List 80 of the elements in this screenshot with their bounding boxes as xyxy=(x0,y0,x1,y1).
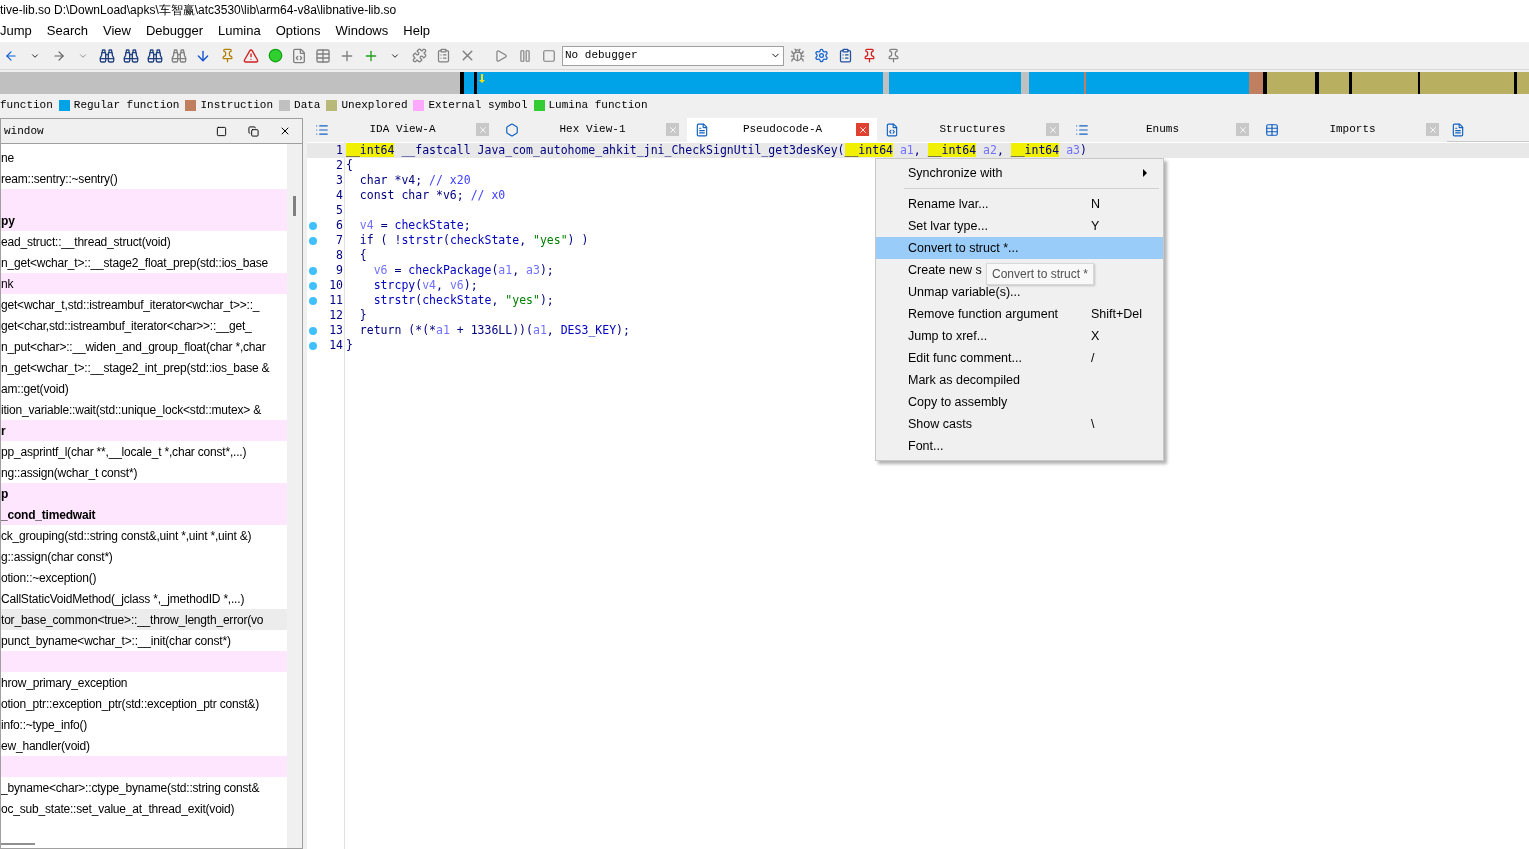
menu-item[interactable]: Create new s xyxy=(908,260,982,280)
menu-item[interactable]: Unmap variable(s)... xyxy=(908,282,1021,302)
panel-title: window xyxy=(3,123,44,139)
code-line: } xyxy=(346,336,353,354)
tab-icon xyxy=(1265,122,1279,137)
tab-icon xyxy=(885,122,899,137)
legend-label: External symbol xyxy=(428,97,528,113)
function-row[interactable]: _cond_timedwait xyxy=(1,504,287,525)
line-number: 9 xyxy=(335,261,343,279)
function-row[interactable]: py xyxy=(1,210,287,231)
line-number: 7 xyxy=(335,231,343,249)
line-number: 6 xyxy=(335,216,343,234)
horizontal-scrollbar[interactable] xyxy=(1,843,35,845)
menu-item[interactable]: View xyxy=(103,21,131,41)
line-number: 1 xyxy=(335,141,343,159)
function-row[interactable]: nk xyxy=(1,273,287,294)
menu-item[interactable]: Lumina xyxy=(218,21,261,41)
menu-item[interactable]: Mark as decompiled xyxy=(908,370,1020,390)
menu-item[interactable]: Font... xyxy=(908,436,944,456)
submenu-arrow-icon xyxy=(1143,169,1147,177)
tab[interactable]: Pseudocode-A xyxy=(687,117,877,142)
menu-item[interactable]: Help xyxy=(403,21,430,41)
menu-item[interactable]: Edit func comment... xyxy=(908,348,1022,368)
line-number: 2 xyxy=(335,156,343,174)
menu-shortcut: \ xyxy=(1091,415,1095,433)
debugger-select[interactable]: No debugger xyxy=(562,45,784,66)
line-number: 4 xyxy=(335,186,343,204)
vertical-scrollbar[interactable] xyxy=(293,196,296,216)
code-line: { xyxy=(358,246,367,264)
function-row[interactable]: tor_base_common<true>::__throw_length_error(vo xyxy=(1,609,287,630)
menu-item[interactable]: Remove function argument xyxy=(908,304,1059,324)
legend-label: Data xyxy=(294,97,321,113)
legend-label: function xyxy=(0,97,53,113)
code-line: char *v4; // x20 xyxy=(358,171,471,189)
code-line: return (*(*a1 + 1336LL))(a1, DES3_KEY); xyxy=(358,321,630,339)
code-line: v4 = checkState; xyxy=(358,216,471,234)
tooltip: Convert to struct * xyxy=(986,263,1095,285)
menu-shortcut: / xyxy=(1091,349,1095,367)
menu-item[interactable]: Debugger xyxy=(145,21,204,41)
menu-item[interactable]: Rename lvar... xyxy=(908,194,989,214)
code-line: if ( !strstr(checkState, "yes") ) xyxy=(358,231,589,249)
code-line: const char *v6; // x0 xyxy=(358,186,506,204)
tab-icon xyxy=(315,122,329,137)
menu-item[interactable]: Show casts xyxy=(908,414,972,434)
menu-shortcut: X xyxy=(1091,327,1100,345)
menu-item[interactable]: Set lvar type... xyxy=(908,216,988,236)
legend-label: Unexplored xyxy=(341,97,408,113)
menu-item[interactable]: Windows xyxy=(335,21,389,41)
line-number: 12 xyxy=(328,306,343,324)
menu-shortcut: Y xyxy=(1091,217,1100,235)
menu-item[interactable]: Convert to struct *... xyxy=(876,237,1163,259)
legend-label: Lumina function xyxy=(548,97,648,113)
code-line: strstr(checkState, "yes"); xyxy=(372,292,554,309)
menu-item[interactable]: Options xyxy=(275,21,321,41)
function-row[interactable]: r xyxy=(1,420,287,441)
line-number: 5 xyxy=(335,201,343,219)
code-line: v6 = checkPackage(a1, a3); xyxy=(372,261,554,279)
legend-label: Regular function xyxy=(73,97,180,113)
line-number: 10 xyxy=(328,276,343,294)
legend-label: Instruction xyxy=(200,97,274,113)
menu-item[interactable]: Synchronize with xyxy=(908,163,1003,183)
line-number: 8 xyxy=(335,246,343,264)
code-line: strcpy(v4, v6); xyxy=(372,277,478,294)
tab-icon xyxy=(1075,122,1089,137)
tab-icon xyxy=(695,122,709,137)
code-line: { xyxy=(346,157,353,174)
menu-item[interactable]: Jump xyxy=(0,21,32,41)
menu-shortcut: N xyxy=(1091,195,1101,213)
line-number: 13 xyxy=(328,321,343,339)
function-row[interactable]: p xyxy=(1,483,287,504)
menu-item[interactable]: Jump to xref... xyxy=(908,326,988,346)
line-number: 11 xyxy=(328,291,343,309)
line-number: 14 xyxy=(328,336,343,354)
menu-item[interactable]: Copy to assembly xyxy=(908,392,1008,412)
window-title: tive-lib.so D:\DownLoad\apks\车智赢\atc3530\lib\arm64-v8a\libnative-lib.so xyxy=(0,2,397,19)
menu-shortcut: Shift+Del xyxy=(1091,305,1143,323)
menu-item[interactable]: Search xyxy=(46,21,88,41)
line-number: 3 xyxy=(335,171,343,189)
tab-icon xyxy=(505,122,519,137)
code-line: } xyxy=(358,306,367,324)
